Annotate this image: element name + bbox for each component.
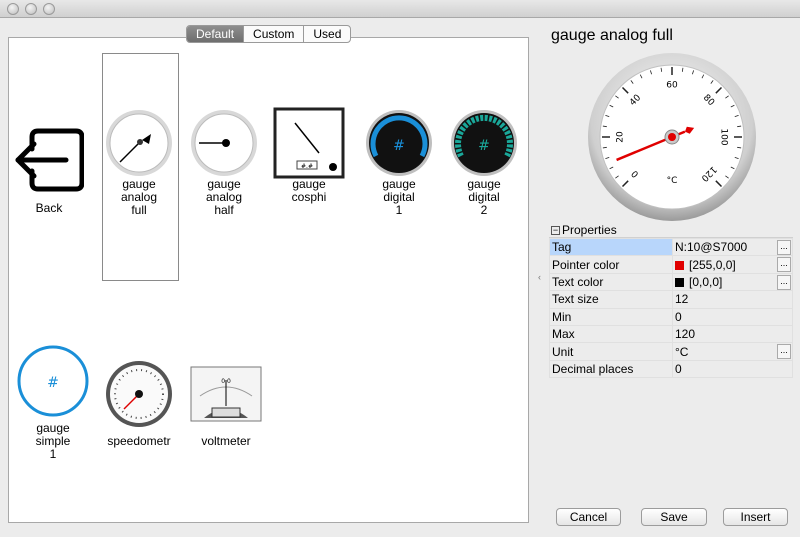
gauge-preview: 020406080100120 °C [588, 53, 756, 221]
gauge-analog-half-item[interactable]: gauge analog half [188, 108, 260, 217]
property-value[interactable]: 0 [672, 359, 793, 379]
digital-readout-text: # [393, 138, 405, 154]
color-swatch-icon [675, 260, 684, 270]
item-label-line: cosphi [291, 190, 327, 204]
property-row[interactable]: Max 120 [549, 324, 793, 344]
gauge-simple-1-item[interactable]: # gauge simple 1 [17, 345, 89, 461]
gauge-hub-cap [668, 133, 676, 141]
property-value-text: 12 [675, 292, 689, 307]
item-label-line: full [131, 203, 147, 217]
property-name: Pointer color [549, 255, 673, 274]
cosphi-meter-icon: #.# [273, 107, 345, 179]
property-value[interactable]: °C... [672, 342, 793, 361]
gauge-analog-full-item[interactable]: gauge analog full [103, 108, 175, 217]
property-value-text: °C [675, 344, 689, 359]
voltmeter-value-text: 0.0 [221, 378, 231, 385]
property-value[interactable]: [0,0,0]... [672, 272, 793, 292]
ellipsis-button[interactable]: ... [777, 240, 791, 255]
property-value-text: N:10@S7000 [675, 240, 748, 255]
digital-readout-text: # [478, 138, 490, 154]
property-row[interactable]: Pointer color [255,0,0]... [549, 255, 793, 274]
speedometr-item[interactable]: speedometr [103, 359, 175, 448]
property-value-text: 0 [675, 361, 682, 376]
property-row[interactable]: Text color [0,0,0]... [549, 272, 793, 292]
simple-readout-text: # [47, 375, 59, 391]
zoom-window-button[interactable] [43, 3, 55, 15]
item-label-line: 1 [49, 447, 57, 461]
properties-header[interactable]: − Properties [549, 224, 793, 238]
item-label-line: 1 [395, 203, 403, 217]
property-value[interactable]: [255,0,0]... [672, 255, 793, 274]
property-name: Decimal places [549, 359, 673, 379]
cancel-button[interactable]: Cancel [556, 508, 621, 526]
property-name: Max [549, 324, 673, 344]
property-value[interactable]: 0 [672, 307, 793, 326]
collapse-icon[interactable]: − [551, 226, 560, 236]
analog-gauge-icon [103, 108, 175, 178]
back-item[interactable]: Back [13, 125, 85, 215]
property-row[interactable]: Text size 12 [549, 290, 793, 309]
property-value-text: [0,0,0] [689, 274, 723, 289]
tab-default[interactable]: Default [187, 26, 245, 42]
simple-gauge-icon: # [17, 345, 89, 417]
digital-gauge-blue-icon: # [363, 108, 435, 178]
item-label-line: 2 [480, 203, 488, 217]
gauge-tick-label: 100 [719, 128, 729, 145]
cosphi-display-text: #.# [301, 163, 313, 170]
tab-custom[interactable]: Custom [244, 26, 305, 42]
item-label-line: half [214, 203, 234, 217]
voltmeter-label: voltmeter [201, 434, 251, 448]
back-arrow-icon [13, 125, 85, 195]
gauge-digital-2-item[interactable]: # gauge digital 2 [448, 108, 520, 217]
preview-title: gauge analog full [551, 27, 673, 44]
gauge-tick-label: 60 [666, 81, 678, 91]
ellipsis-button[interactable]: ... [777, 274, 791, 290]
property-name: Min [549, 307, 673, 326]
tab-used[interactable]: Used [304, 26, 350, 42]
save-button[interactable]: Save [641, 508, 707, 526]
property-name: Unit [549, 342, 673, 361]
splitter-handle[interactable]: ‹ [538, 272, 541, 282]
back-label: Back [35, 201, 63, 215]
properties-title: Properties [562, 223, 617, 237]
digital-gauge-teal-icon: # [448, 108, 520, 178]
property-row[interactable]: Min 0 [549, 307, 793, 326]
property-row[interactable]: Unit °C... [549, 342, 793, 361]
property-row[interactable]: Tag N:10@S7000... [549, 237, 793, 257]
property-value[interactable]: 12 [672, 290, 793, 309]
insert-button[interactable]: Insert [723, 508, 788, 526]
voltmeter-icon: 0.0 [190, 359, 262, 429]
property-value[interactable]: N:10@S7000... [672, 237, 793, 257]
close-window-button[interactable] [7, 3, 19, 15]
gallery-tabs: Default Custom Used [186, 25, 352, 43]
analog-half-gauge-icon [188, 108, 260, 178]
property-value[interactable]: 120 [672, 324, 793, 344]
voltmeter-item[interactable]: 0.0 voltmeter [190, 359, 262, 448]
property-name: Text size [549, 290, 673, 309]
ellipsis-button[interactable]: ... [777, 257, 791, 273]
gauge-unit-label: °C [667, 176, 678, 186]
property-name: Tag [549, 237, 673, 257]
color-swatch-icon [675, 277, 684, 287]
properties-table: Tag N:10@S7000... Pointer color [255,0,0]..… [549, 237, 793, 379]
gauge-cosphi-item[interactable]: #.# gauge cosphi [273, 107, 345, 204]
property-value-text: 120 [675, 327, 696, 342]
property-value-text: [255,0,0] [689, 257, 736, 272]
property-row[interactable]: Decimal places 0 [549, 359, 793, 379]
gauge-digital-1-item[interactable]: # gauge digital 1 [363, 108, 435, 217]
ellipsis-button[interactable]: ... [777, 344, 791, 360]
minimize-window-button[interactable] [25, 3, 37, 15]
property-name: Text color [549, 272, 673, 292]
speedometer-icon [103, 359, 175, 429]
speedometr-label: speedometr [107, 434, 171, 448]
window-titlebar [0, 0, 800, 18]
property-value-text: 0 [675, 309, 682, 324]
gauge-tick-label: 20 [616, 131, 626, 143]
